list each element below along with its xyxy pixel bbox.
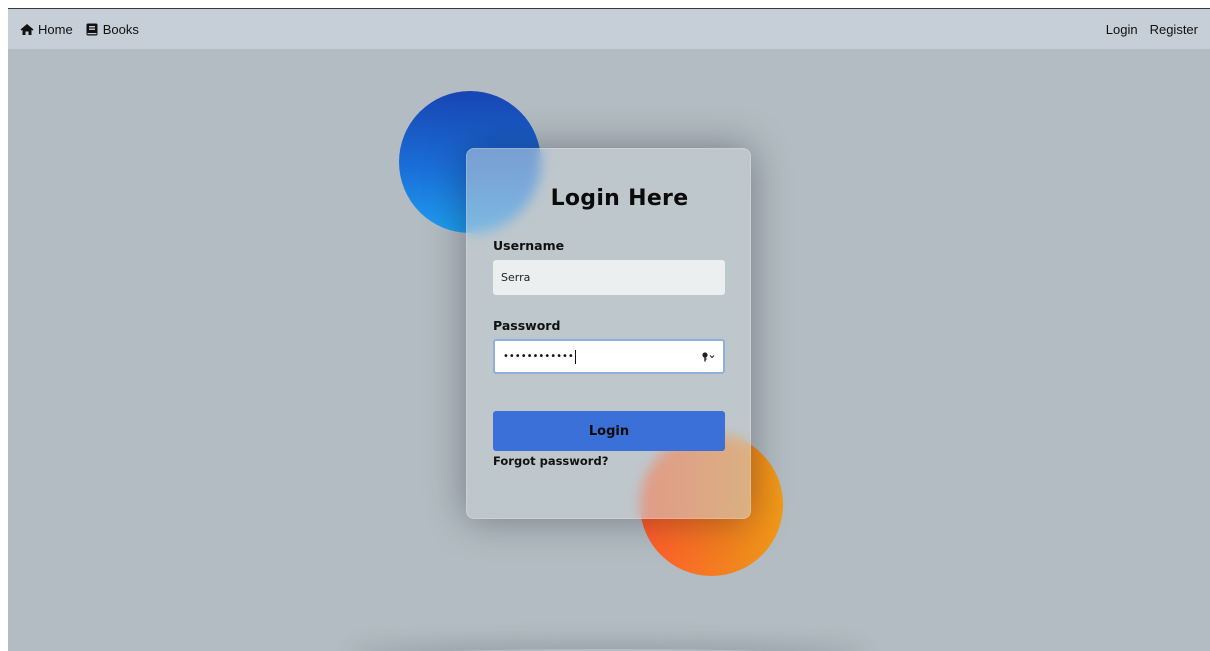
username-input[interactable]: Serra [493,260,725,295]
username-label: Username [493,238,565,253]
nav-books-label: Books [102,21,139,37]
key-icon[interactable] [702,351,715,362]
username-value: Serra [501,271,531,284]
text-caret [574,349,576,364]
book-icon [85,22,99,36]
password-input[interactable]: •••••••••••• [493,339,725,374]
nav-login-link[interactable]: Login [1106,22,1138,37]
password-label: Password [493,318,561,333]
nav-home-link[interactable]: Home [20,22,73,37]
nav-register-link[interactable]: Register [1150,22,1198,37]
login-form-card: Login Here Username Serra Password •••••… [466,148,751,519]
nav-left-group: Home Books [20,22,139,37]
top-navbar: Home Books Login Register [8,9,1210,49]
form-title: Login Here [550,186,689,211]
password-masked-text: •••••••••••• [503,351,574,362]
nav-right-group: Login Register [1106,22,1198,37]
nav-books-link[interactable]: Books [85,22,139,37]
page: Home Books Login Register Login Here Use… [8,8,1210,651]
forgot-password-link[interactable]: Forgot password? [493,454,608,468]
nav-home-label: Home [38,21,73,37]
login-button[interactable]: Login [493,411,725,451]
home-icon [20,22,34,36]
password-value: •••••••••••• [503,349,576,364]
